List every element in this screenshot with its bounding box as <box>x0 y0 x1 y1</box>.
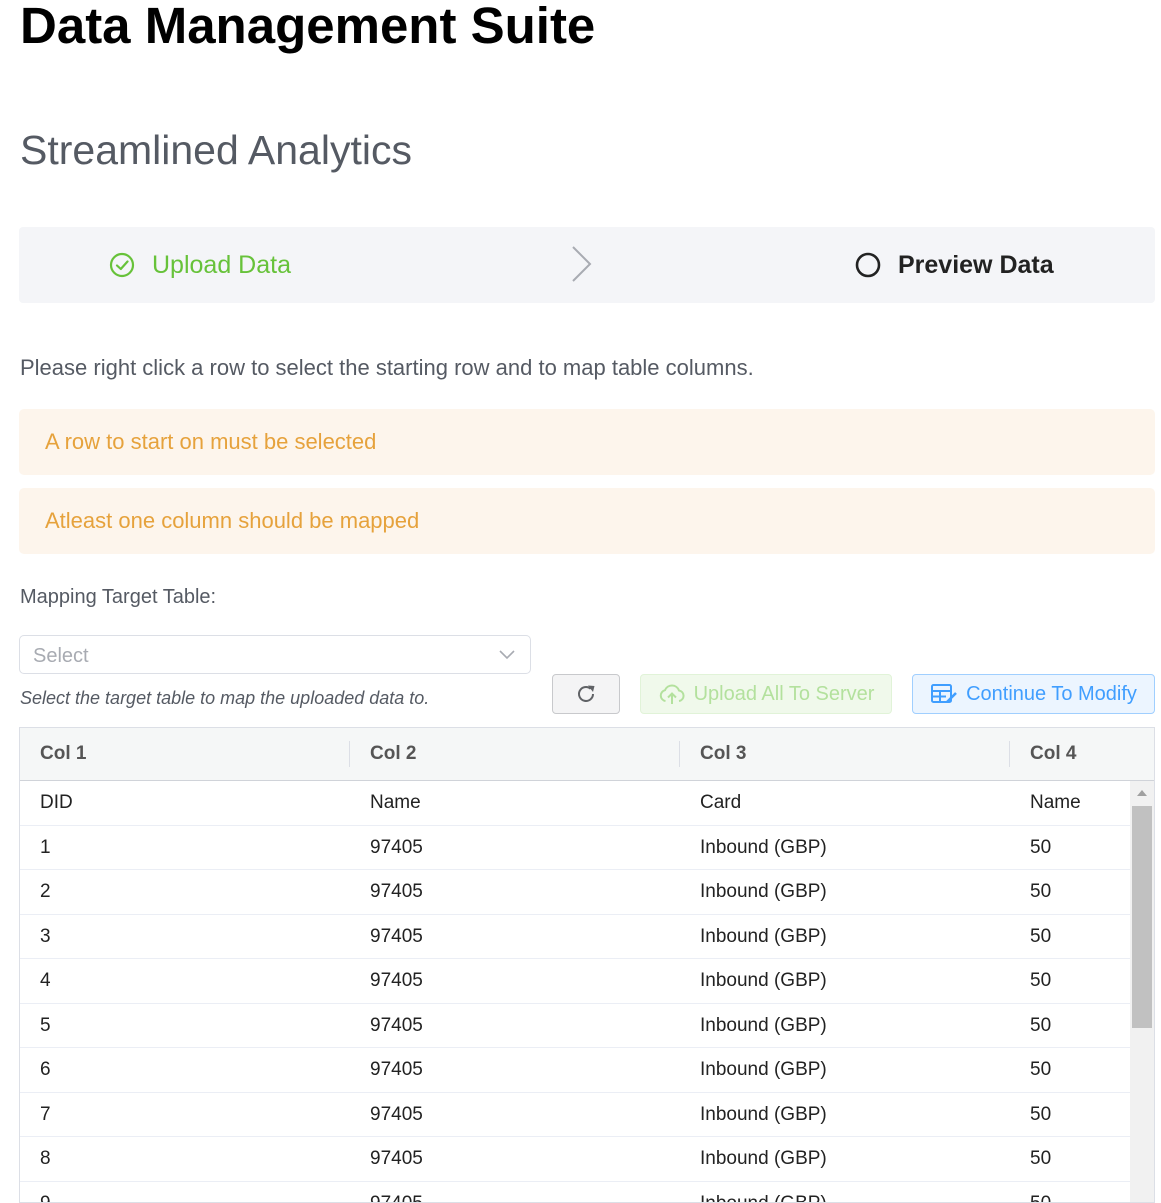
table-cell: 97405 <box>370 1014 423 1036</box>
table-cell: 1 <box>40 836 51 858</box>
circle-icon <box>855 252 881 278</box>
target-table-select[interactable]: Select <box>19 635 531 674</box>
instruction-text: Please right click a row to select the s… <box>20 355 754 380</box>
column-divider <box>349 741 350 767</box>
upload-all-button[interactable]: Upload All To Server <box>640 674 892 714</box>
column-divider <box>1009 741 1010 767</box>
column-header-col-4[interactable]: Col 4 <box>1030 728 1076 780</box>
table-cell: 50 <box>1030 881 1052 902</box>
table-cell: Name <box>1030 792 1081 813</box>
step-preview-data: Preview Data <box>855 227 1054 303</box>
table-cell: Inbound (GBP) <box>700 1192 827 1203</box>
mapping-target-label: Mapping Target Table: <box>20 586 217 608</box>
scroll-up-arrow-icon[interactable] <box>1136 789 1148 797</box>
table-cell: 50 <box>1030 925 1052 947</box>
table-cell: 50 <box>1030 970 1052 991</box>
table-cell: 4 <box>40 970 51 991</box>
table-cell: Inbound (GBP) <box>700 925 827 947</box>
table-cell: 2 <box>40 881 51 902</box>
continue-to-modify-button[interactable]: Continue To Modify <box>912 674 1155 714</box>
table-cell: 97405 <box>370 881 423 902</box>
table-cell: DID <box>40 792 73 813</box>
table-cell: 50 <box>1030 1059 1052 1080</box>
table-scrollbar[interactable] <box>1130 781 1154 1202</box>
table-cell: 50 <box>1030 1148 1052 1169</box>
table-cell: 6 <box>40 1059 51 1080</box>
table-cell: 50 <box>1030 1192 1052 1203</box>
table-cell: 97405 <box>370 1192 423 1203</box>
table-row[interactable]: 6 97405 Inbound (GBP) 50 <box>20 1048 1130 1093</box>
alert-text: Atleast one column should be mapped <box>45 508 420 533</box>
step-label: Preview Data <box>898 250 1054 279</box>
app-subtitle: Streamlined Analytics <box>20 127 412 173</box>
table-cell: Inbound (GBP) <box>700 836 827 858</box>
table-cell: 97405 <box>370 1059 423 1080</box>
table-cell: 3 <box>40 925 51 947</box>
refresh-icon <box>578 685 595 702</box>
table-cell: 50 <box>1030 1014 1052 1036</box>
column-header-col-2[interactable]: Col 2 <box>370 728 416 780</box>
table-cell: 9 <box>40 1192 51 1203</box>
table-body: DID Name Card Name 1 97405 Inbound (GBP) 50 2 974… <box>20 781 1130 1203</box>
table-row[interactable]: 7 97405 Inbound (GBP) 50 <box>20 1093 1130 1137</box>
app-title: Data Management Suite <box>20 0 596 54</box>
table-cell: Inbound (GBP) <box>700 881 827 902</box>
table-cell: Name <box>370 792 421 813</box>
table-cell: 97405 <box>370 970 423 991</box>
table-cell: 50 <box>1030 836 1052 858</box>
table-row[interactable]: 4 97405 Inbound (GBP) 50 <box>20 959 1130 1004</box>
table-cell: 97405 <box>370 925 423 947</box>
select-placeholder: Select <box>33 645 89 667</box>
preview-table: Col 1 Col 2 Col 3 Col 4 DID Name Card Name 1… <box>19 727 1155 1203</box>
table-cell: 97405 <box>370 836 423 858</box>
alert-text: A row to start on must be selected <box>45 429 377 454</box>
table-cell: 97405 <box>370 1148 423 1169</box>
cloud-upload-icon <box>659 684 685 704</box>
table-cell: 50 <box>1030 1103 1052 1125</box>
table-cell: Card <box>700 792 742 813</box>
table-cell: Inbound (GBP) <box>700 1148 827 1169</box>
chevron-down-icon <box>499 650 515 660</box>
check-circle-icon <box>109 252 135 278</box>
select-hint: Select the target table to map the uploa… <box>20 688 430 708</box>
table-cell: 8 <box>40 1148 51 1169</box>
table-cell: Inbound (GBP) <box>700 1014 827 1036</box>
table-row[interactable]: 5 97405 Inbound (GBP) 50 <box>20 1004 1130 1048</box>
table-edit-icon <box>931 684 957 703</box>
table-cell: Inbound (GBP) <box>700 1059 827 1080</box>
table-row[interactable]: DID Name Card Name <box>20 781 1130 826</box>
table-cell: Inbound (GBP) <box>700 970 827 991</box>
upload-all-label: Upload All To Server <box>693 682 875 705</box>
table-row[interactable]: 1 97405 Inbound (GBP) 50 <box>20 826 1130 870</box>
chevron-right-icon <box>572 246 592 282</box>
table-cell: Inbound (GBP) <box>700 1103 827 1125</box>
scroll-thumb[interactable] <box>1132 806 1152 1028</box>
column-divider <box>679 741 680 767</box>
step-upload-data: Upload Data <box>109 227 291 303</box>
table-header: Col 1 Col 2 Col 3 Col 4 <box>20 728 1154 781</box>
column-header-col-1[interactable]: Col 1 <box>40 728 86 780</box>
table-cell: 97405 <box>370 1103 423 1125</box>
table-cell: 5 <box>40 1014 51 1036</box>
warning-alert-start-row: A row to start on must be selected <box>19 409 1155 475</box>
warning-alert-column-mapping: Atleast one column should be mapped <box>19 488 1155 554</box>
table-row[interactable]: 2 97405 Inbound (GBP) 50 <box>20 870 1130 915</box>
table-row[interactable]: 9 97405 Inbound (GBP) 50 <box>20 1182 1130 1203</box>
column-header-col-3[interactable]: Col 3 <box>700 728 746 780</box>
table-cell: 7 <box>40 1103 51 1125</box>
table-row[interactable]: 8 97405 Inbound (GBP) 50 <box>20 1137 1130 1182</box>
refresh-button[interactable] <box>552 674 620 714</box>
continue-label: Continue To Modify <box>966 682 1137 705</box>
table-row[interactable]: 3 97405 Inbound (GBP) 50 <box>20 915 1130 959</box>
step-label: Upload Data <box>152 250 291 279</box>
